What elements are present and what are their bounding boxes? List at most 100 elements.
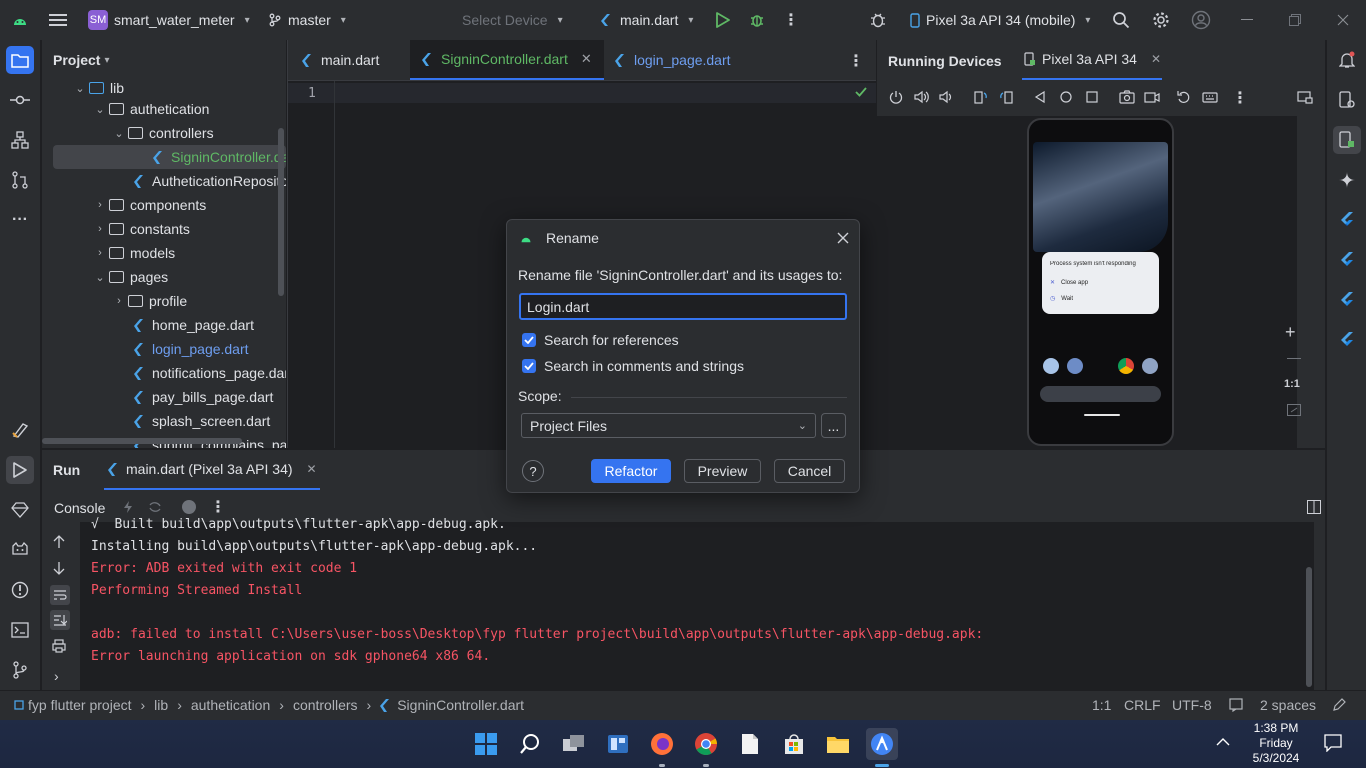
debug-icon[interactable] — [748, 11, 766, 29]
flutter-deep-links-icon[interactable] — [1333, 326, 1361, 354]
app-icon-messages[interactable] — [1067, 358, 1083, 374]
tree-folder-profile[interactable]: › profile — [112, 289, 187, 313]
gemini-icon[interactable] — [1333, 166, 1361, 194]
anr-wait[interactable]: ◷ Wait — [1050, 295, 1073, 303]
console-output[interactable]: √ Built build\app\outputs\flutter-apk\ap… — [80, 517, 1314, 690]
search-comments-checkbox[interactable]: Search in comments and strings — [522, 358, 744, 374]
run-config-selector[interactable]: main.dart ▾ — [600, 0, 693, 40]
tree-folder-authetication[interactable]: ⌄ authetication — [93, 97, 209, 121]
file-explorer-icon[interactable] — [822, 728, 854, 760]
flutter-outline-icon[interactable] — [1333, 206, 1361, 234]
cancel-button[interactable]: Cancel — [774, 459, 845, 483]
terminal-icon[interactable] — [6, 616, 34, 644]
tree-file-pay-bills-page[interactable]: pay_bills_page.dart — [132, 385, 273, 409]
zoom-in-icon[interactable]: + — [1285, 322, 1296, 343]
device-manager-icon[interactable] — [1333, 86, 1361, 114]
screenshot-icon[interactable] — [1119, 90, 1135, 104]
tree-file-notifications-page[interactable]: notifications_page.dart — [132, 361, 286, 385]
tree-folder-constants[interactable]: › constants — [93, 217, 190, 241]
flutter-devtools-icon[interactable] — [1333, 286, 1361, 314]
rotate-right-icon[interactable] — [999, 90, 1013, 104]
tab-options-icon[interactable]: ⋮ — [848, 51, 864, 71]
back-icon[interactable] — [1034, 90, 1046, 104]
search-icon[interactable] — [1111, 10, 1131, 30]
volume-up-icon[interactable] — [914, 90, 930, 104]
print-icon[interactable] — [52, 639, 66, 653]
tree-folder-models[interactable]: › models — [93, 241, 175, 265]
layout-toggle-icon[interactable] — [1307, 500, 1321, 514]
preview-button[interactable]: Preview — [684, 459, 761, 483]
caret-position[interactable]: 1:1 — [1092, 697, 1111, 713]
anr-dialog[interactable]: Process system isn't responding ✕ Close a… — [1042, 252, 1159, 314]
tree-folder-controllers[interactable]: ⌄ controllers — [112, 121, 213, 145]
tree-folder-pages[interactable]: ⌄ pages — [93, 265, 168, 289]
zoom-actual-size[interactable]: 1:1 — [1284, 378, 1300, 390]
device-tab[interactable]: Pixel 3a API 34 ✕ — [1022, 40, 1162, 80]
minimize-icon[interactable] — [1240, 14, 1254, 26]
close-tab-icon[interactable]: ✕ — [581, 51, 592, 67]
tree-file-splash-screen[interactable]: splash_screen.dart — [132, 409, 270, 433]
reset-icon[interactable] — [1177, 90, 1191, 104]
help-button[interactable]: ? — [522, 460, 544, 482]
scope-more-button[interactable]: ... — [821, 413, 846, 438]
inspection-icon[interactable] — [1229, 698, 1243, 712]
android-studio-icon[interactable] — [866, 728, 898, 767]
build-variants-icon[interactable] — [6, 496, 34, 524]
scroll-up-icon[interactable] — [53, 535, 65, 549]
project-view-selector[interactable]: Project ▾ — [53, 52, 110, 68]
tree-file-login-page[interactable]: login_page.dart — [132, 337, 249, 361]
scroll-down-icon[interactable] — [53, 561, 65, 575]
firefox-icon[interactable] — [646, 728, 678, 767]
pull-requests-icon[interactable] — [6, 166, 34, 194]
zoom-out-icon[interactable] — [1287, 358, 1301, 359]
version-control-icon[interactable] — [6, 656, 34, 684]
app-icon-phone[interactable] — [1043, 358, 1059, 374]
tab-login-page-dart[interactable]: login_page.dart — [615, 40, 731, 80]
tab-signincontroller-dart[interactable]: SigninController.dart ✕ — [410, 40, 604, 80]
close-tab-icon[interactable]: ✕ — [1151, 52, 1161, 66]
tree-folder-components[interactable]: › components — [93, 193, 206, 217]
home-icon[interactable] — [1059, 90, 1073, 104]
keyboard-icon[interactable] — [1202, 90, 1218, 104]
running-devices-icon[interactable] — [1333, 126, 1361, 154]
console-scrollbar[interactable] — [1306, 567, 1312, 687]
search-references-checkbox[interactable]: Search for references — [522, 332, 679, 348]
device-more-icon[interactable]: ⋮ — [1232, 88, 1248, 108]
project-switcher[interactable]: SM smart_water_meter ▾ — [88, 0, 250, 40]
show-hidden-icons-icon[interactable] — [1216, 737, 1230, 747]
scroll-to-end-icon[interactable] — [50, 610, 70, 630]
run-tool-button[interactable] — [6, 456, 34, 484]
phone-nav-handle[interactable] — [1084, 414, 1120, 416]
hot-restart-icon[interactable] — [147, 500, 163, 514]
tree-file-signincontroller[interactable]: SigninController.dart — [53, 145, 286, 169]
run-more-icon[interactable]: ⋮ — [210, 497, 226, 517]
overview-icon[interactable] — [1085, 90, 1099, 104]
breadcrumb-item[interactable]: SigninController.dart — [397, 697, 524, 713]
refactor-button[interactable]: Refactor — [591, 459, 671, 483]
breadcrumb-item[interactable]: controllers — [293, 697, 358, 713]
more-tools-icon[interactable]: ··· — [6, 206, 34, 234]
tree-file-home-page[interactable]: home_page.dart — [132, 313, 254, 337]
vcs-branch-switcher[interactable]: master ▾ — [268, 0, 346, 40]
breadcrumb-item[interactable]: fyp flutter project — [28, 697, 132, 713]
rotate-left-icon[interactable] — [974, 90, 988, 104]
app-icon-chrome[interactable] — [1118, 358, 1134, 374]
start-button[interactable] — [470, 728, 502, 760]
stop-icon[interactable] — [182, 500, 196, 514]
new-name-input[interactable] — [519, 293, 847, 320]
tree-horizontal-scrollbar[interactable] — [42, 438, 242, 444]
anr-close-app[interactable]: ✕ Close app — [1050, 279, 1088, 287]
tab-main-dart[interactable]: main.dart — [302, 40, 379, 80]
main-menu-icon[interactable] — [48, 10, 68, 30]
close-tab-icon[interactable]: ✕ — [307, 462, 317, 476]
file-encoding[interactable]: UTF-8 — [1172, 697, 1212, 713]
project-tool-button[interactable] — [6, 46, 34, 74]
running-device-selector[interactable]: Pixel 3a API 34 (mobile) ▾ — [910, 0, 1090, 40]
notification-center-icon[interactable] — [1324, 734, 1342, 752]
scope-dropdown[interactable]: Project Files ⌄ — [521, 413, 816, 438]
line-separator[interactable]: CRLF — [1124, 697, 1161, 713]
task-view-icon[interactable] — [558, 728, 590, 760]
volume-down-icon[interactable] — [939, 90, 953, 104]
problems-icon[interactable] — [6, 576, 34, 604]
hot-reload-icon[interactable] — [122, 500, 134, 514]
